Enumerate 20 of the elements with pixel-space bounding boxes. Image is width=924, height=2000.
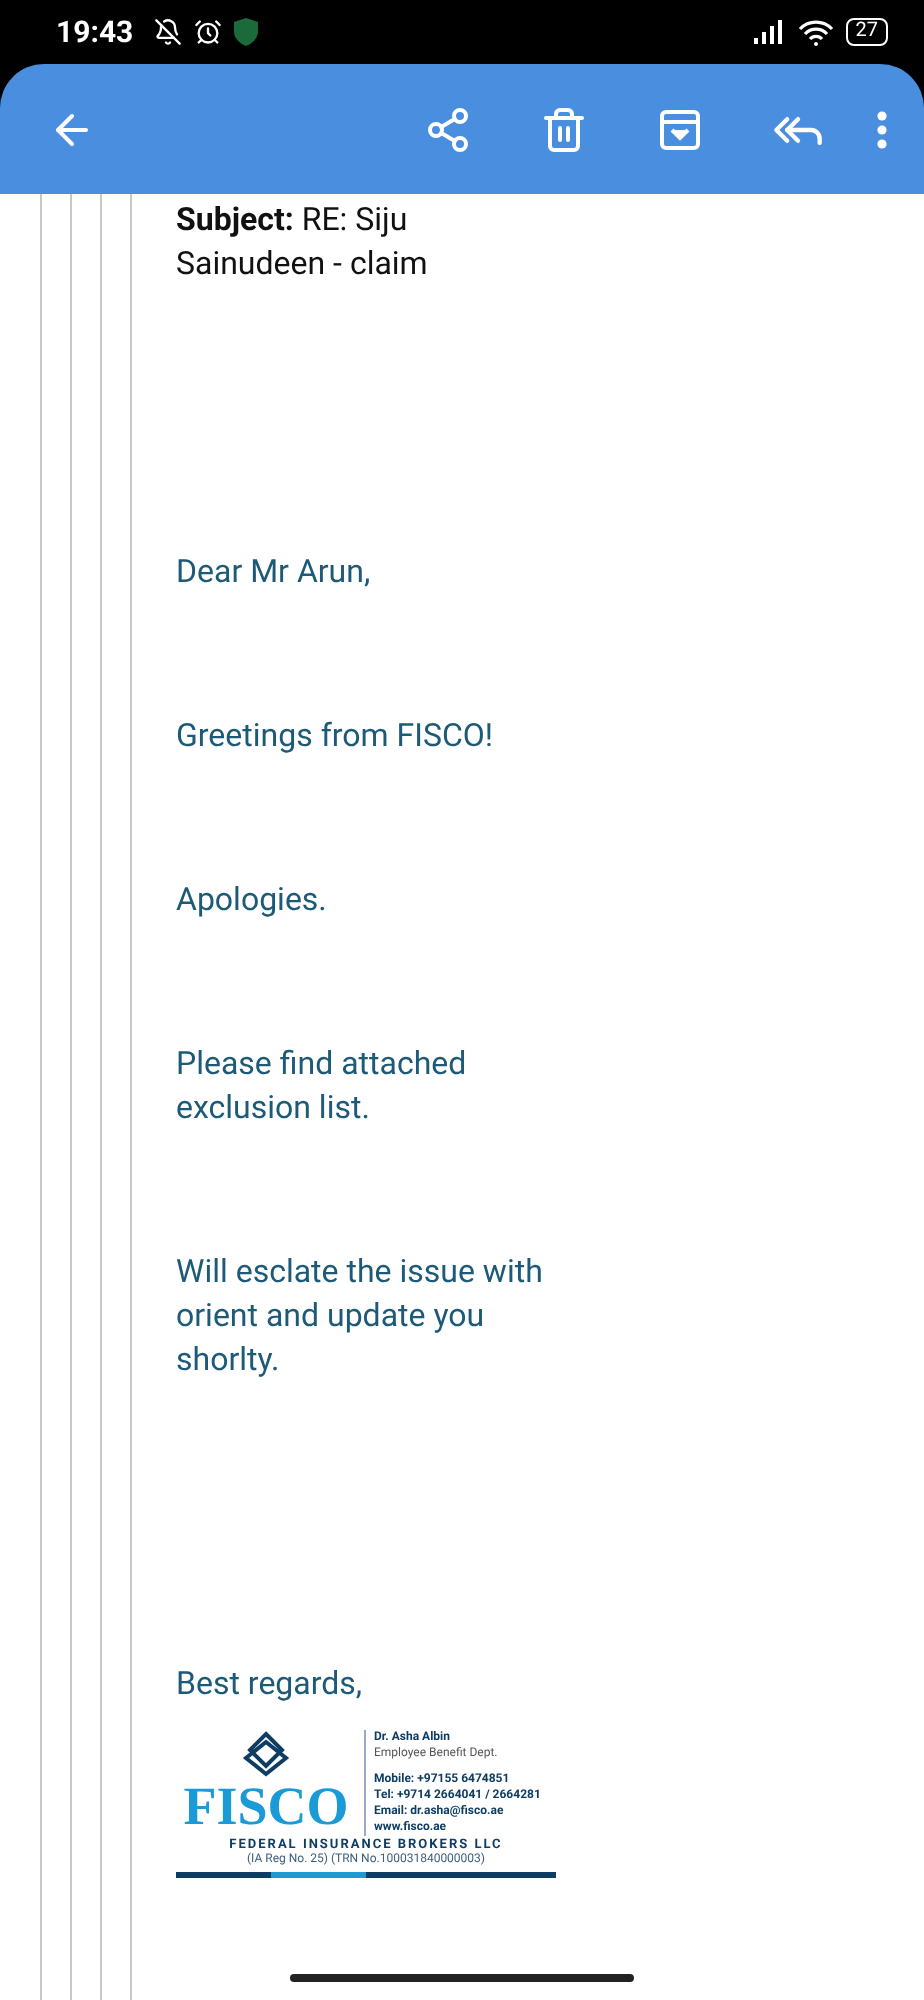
email-subject: Subject: RE: Siju Sainudeen - claim [176,198,430,286]
email-paragraph: Best regards, [176,1662,365,1706]
email-paragraph: Greetings from FISCO! [176,714,496,758]
email-paragraph: Please find attached exclusion list. [176,1042,469,1130]
archive-icon [656,105,704,153]
wifi-icon [797,19,834,45]
signal-icon [753,20,786,44]
email-paragraph: Apologies. [176,878,329,922]
logo-icon [242,1730,290,1778]
more-options-icon [876,109,888,149]
clock-time: 19:43 [56,14,134,50]
alarm-icon [193,18,222,46]
muted-bell-icon [153,18,182,46]
share-icon [424,105,472,153]
trash-icon [540,105,588,153]
email-paragraph: Will esclate the issue with orient and update you shorlty. [176,1250,545,1382]
brand-name: FISCO [183,1778,349,1834]
email-paragraph: Dear Mr Arun, [176,550,373,594]
battery-level: 27 [845,18,888,46]
shield-icon [233,18,258,46]
